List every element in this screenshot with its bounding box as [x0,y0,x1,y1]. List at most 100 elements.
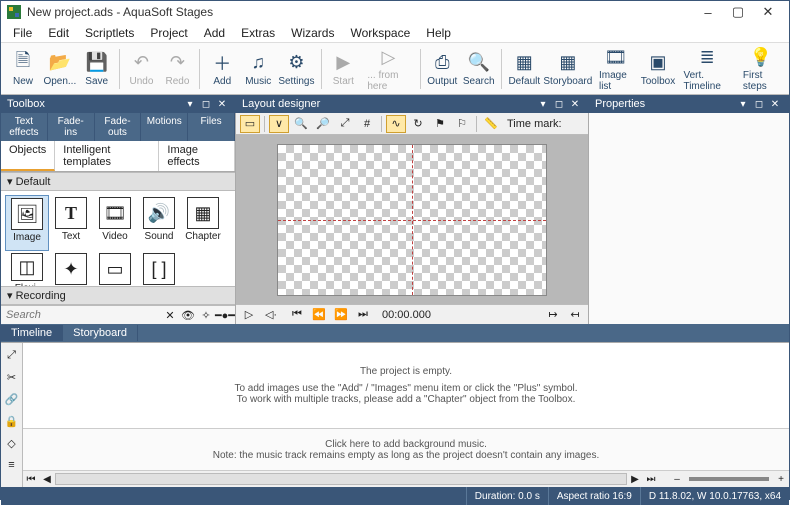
menu-wizards[interactable]: Wizards [283,24,342,42]
storyboard-button[interactable]: ▦Storyboard [543,49,593,89]
verttimeline-button[interactable]: ≣Vert. Timeline [677,43,736,94]
zoom-out-icon[interactable]: – [669,474,685,485]
object-image[interactable]: 🖼Image [5,195,49,251]
timeline-empty-track[interactable]: The project is empty. To add images use … [23,343,789,429]
object-sound[interactable]: 🔊Sound [137,195,181,251]
menu-add[interactable]: Add [196,24,233,42]
prev-frame-button[interactable]: ⏪ [310,308,328,321]
scroll-track[interactable] [55,473,627,485]
object-subtitle[interactable]: ▭Subtitle [93,251,137,286]
new-button[interactable]: 🗎New [5,49,41,89]
panel-menu-icon[interactable]: ▾ [535,99,551,110]
object-flexi[interactable]: ◫Flexi-Coll... [5,251,49,286]
panel-pin-icon[interactable]: ◻ [198,99,214,110]
tab-text-effects[interactable]: Text effects [1,113,48,141]
first-frame-button[interactable]: ⏮ [288,308,306,321]
menu-help[interactable]: Help [418,24,459,42]
lock-tool[interactable]: 🔒 [4,413,20,429]
timeline-music-track[interactable]: Click here to add background music. Note… [23,429,789,471]
ruler-tool[interactable]: 📏 [481,115,501,133]
object-chapter[interactable]: ▦Chapter [181,195,225,251]
play-button[interactable]: ▷ [240,308,258,321]
zoom-slider[interactable]: ━●━ [215,309,233,322]
panel-close-icon[interactable]: ✕ [767,99,783,110]
canvas-area[interactable] [236,135,588,304]
expand-tool[interactable]: ⤢ [4,347,20,363]
scroll-last-icon[interactable]: ⏭ [643,474,659,485]
tab-timeline[interactable]: Timeline [1,325,63,341]
object-text[interactable]: TText [49,195,93,251]
panel-pin-icon[interactable]: ◻ [551,99,567,110]
object-video[interactable]: 🎞Video [93,195,137,251]
last-frame-button[interactable]: ⏭ [354,308,372,321]
default-layout-button[interactable]: ▦Default [506,49,543,89]
star-icon[interactable]: ✧ [197,309,215,322]
tab-intelligent-templates[interactable]: Intelligent templates [55,141,159,171]
minimize-button[interactable]: – [693,2,723,22]
marker-tool[interactable]: ⚑ [430,115,450,133]
start-button[interactable]: ▶Start [325,49,361,89]
tab-objects[interactable]: Objects [1,141,55,171]
search-button[interactable]: 🔍Search [460,49,497,89]
marker-tool[interactable]: ◇ [4,435,20,451]
menu-project[interactable]: Project [142,24,195,42]
menu-extras[interactable]: Extras [233,24,283,42]
panel-close-icon[interactable]: ✕ [567,99,583,110]
redo-button[interactable]: ↷Redo [159,49,195,89]
scroll-first-icon[interactable]: ⏮ [23,474,39,485]
section-default[interactable]: ▾ Default [1,172,235,191]
keyframe-out-button[interactable]: ↤ [566,308,584,321]
menu-workspace[interactable]: Workspace [342,24,418,42]
firststeps-button[interactable]: 💡First steps [737,43,785,94]
toolbox-button[interactable]: ▣Toolbox [638,49,677,89]
menu-edit[interactable]: Edit [40,24,77,42]
rotate-tool[interactable]: ↻ [408,115,428,133]
output-button[interactable]: ⎙Output [424,49,460,89]
scroll-right-icon[interactable]: ▶ [627,474,643,485]
playreverse-button[interactable]: ◁· [262,308,280,321]
object-placeholder[interactable]: [ ]Placeholder [137,251,181,286]
eye-icon[interactable]: 👁 [179,309,197,322]
tab-motions[interactable]: Motions [141,113,188,141]
flag-tool[interactable]: ⚐ [452,115,472,133]
open-button[interactable]: 📂Open... [41,49,79,89]
imagelist-button[interactable]: 🎞Image list [593,43,639,94]
add-button[interactable]: ＋Add [204,49,240,89]
curve-tool[interactable]: ∿ [386,115,406,133]
select-tool[interactable]: ▭ [240,115,260,133]
align-tool[interactable]: ≡ [4,457,20,473]
scroll-left-icon[interactable]: ◀ [39,474,55,485]
panel-menu-icon[interactable]: ▾ [182,99,198,110]
zoomfit-tool[interactable]: ⤢ [335,115,355,133]
zoomout-tool[interactable]: 🔎 [313,115,333,133]
fromhere-button[interactable]: ▷... from here [361,43,415,94]
tab-files[interactable]: Files [188,113,235,141]
next-frame-button[interactable]: ⏩ [332,308,350,321]
zoomin-tool[interactable]: 🔍 [291,115,311,133]
grid-tool[interactable]: # [357,115,377,133]
panel-menu-icon[interactable]: ▾ [735,99,751,110]
search-input[interactable] [3,308,161,322]
panel-pin-icon[interactable]: ◻ [751,99,767,110]
cut-tool[interactable]: ✂ [4,369,20,385]
keyframe-in-button[interactable]: ↦ [544,308,562,321]
maximize-button[interactable]: ▢ [723,2,753,22]
panel-close-icon[interactable]: ✕ [214,99,230,110]
settings-button[interactable]: ⚙Settings [276,49,316,89]
tab-image-effects[interactable]: Image effects [159,141,235,171]
zoom-in-icon[interactable]: + [773,474,789,485]
tab-fade-outs[interactable]: Fade-outs [95,113,142,141]
zoom-slider[interactable] [689,477,769,481]
snap-tool[interactable]: ∨ [269,115,289,133]
save-button[interactable]: 💾Save [79,49,115,89]
menu-file[interactable]: File [5,24,40,42]
music-button[interactable]: ♫Music [240,49,276,89]
close-button[interactable]: ✕ [753,2,783,22]
clear-search-icon[interactable]: ✕ [161,309,179,322]
object-particle[interactable]: ✦Particle [49,251,93,286]
tab-storyboard[interactable]: Storyboard [63,325,138,341]
menu-scriptlets[interactable]: Scriptlets [77,24,142,42]
undo-button[interactable]: ↶Undo [123,49,159,89]
section-recording[interactable]: ▾ Recording [1,286,235,305]
link-tool[interactable]: 🔗 [4,391,20,407]
